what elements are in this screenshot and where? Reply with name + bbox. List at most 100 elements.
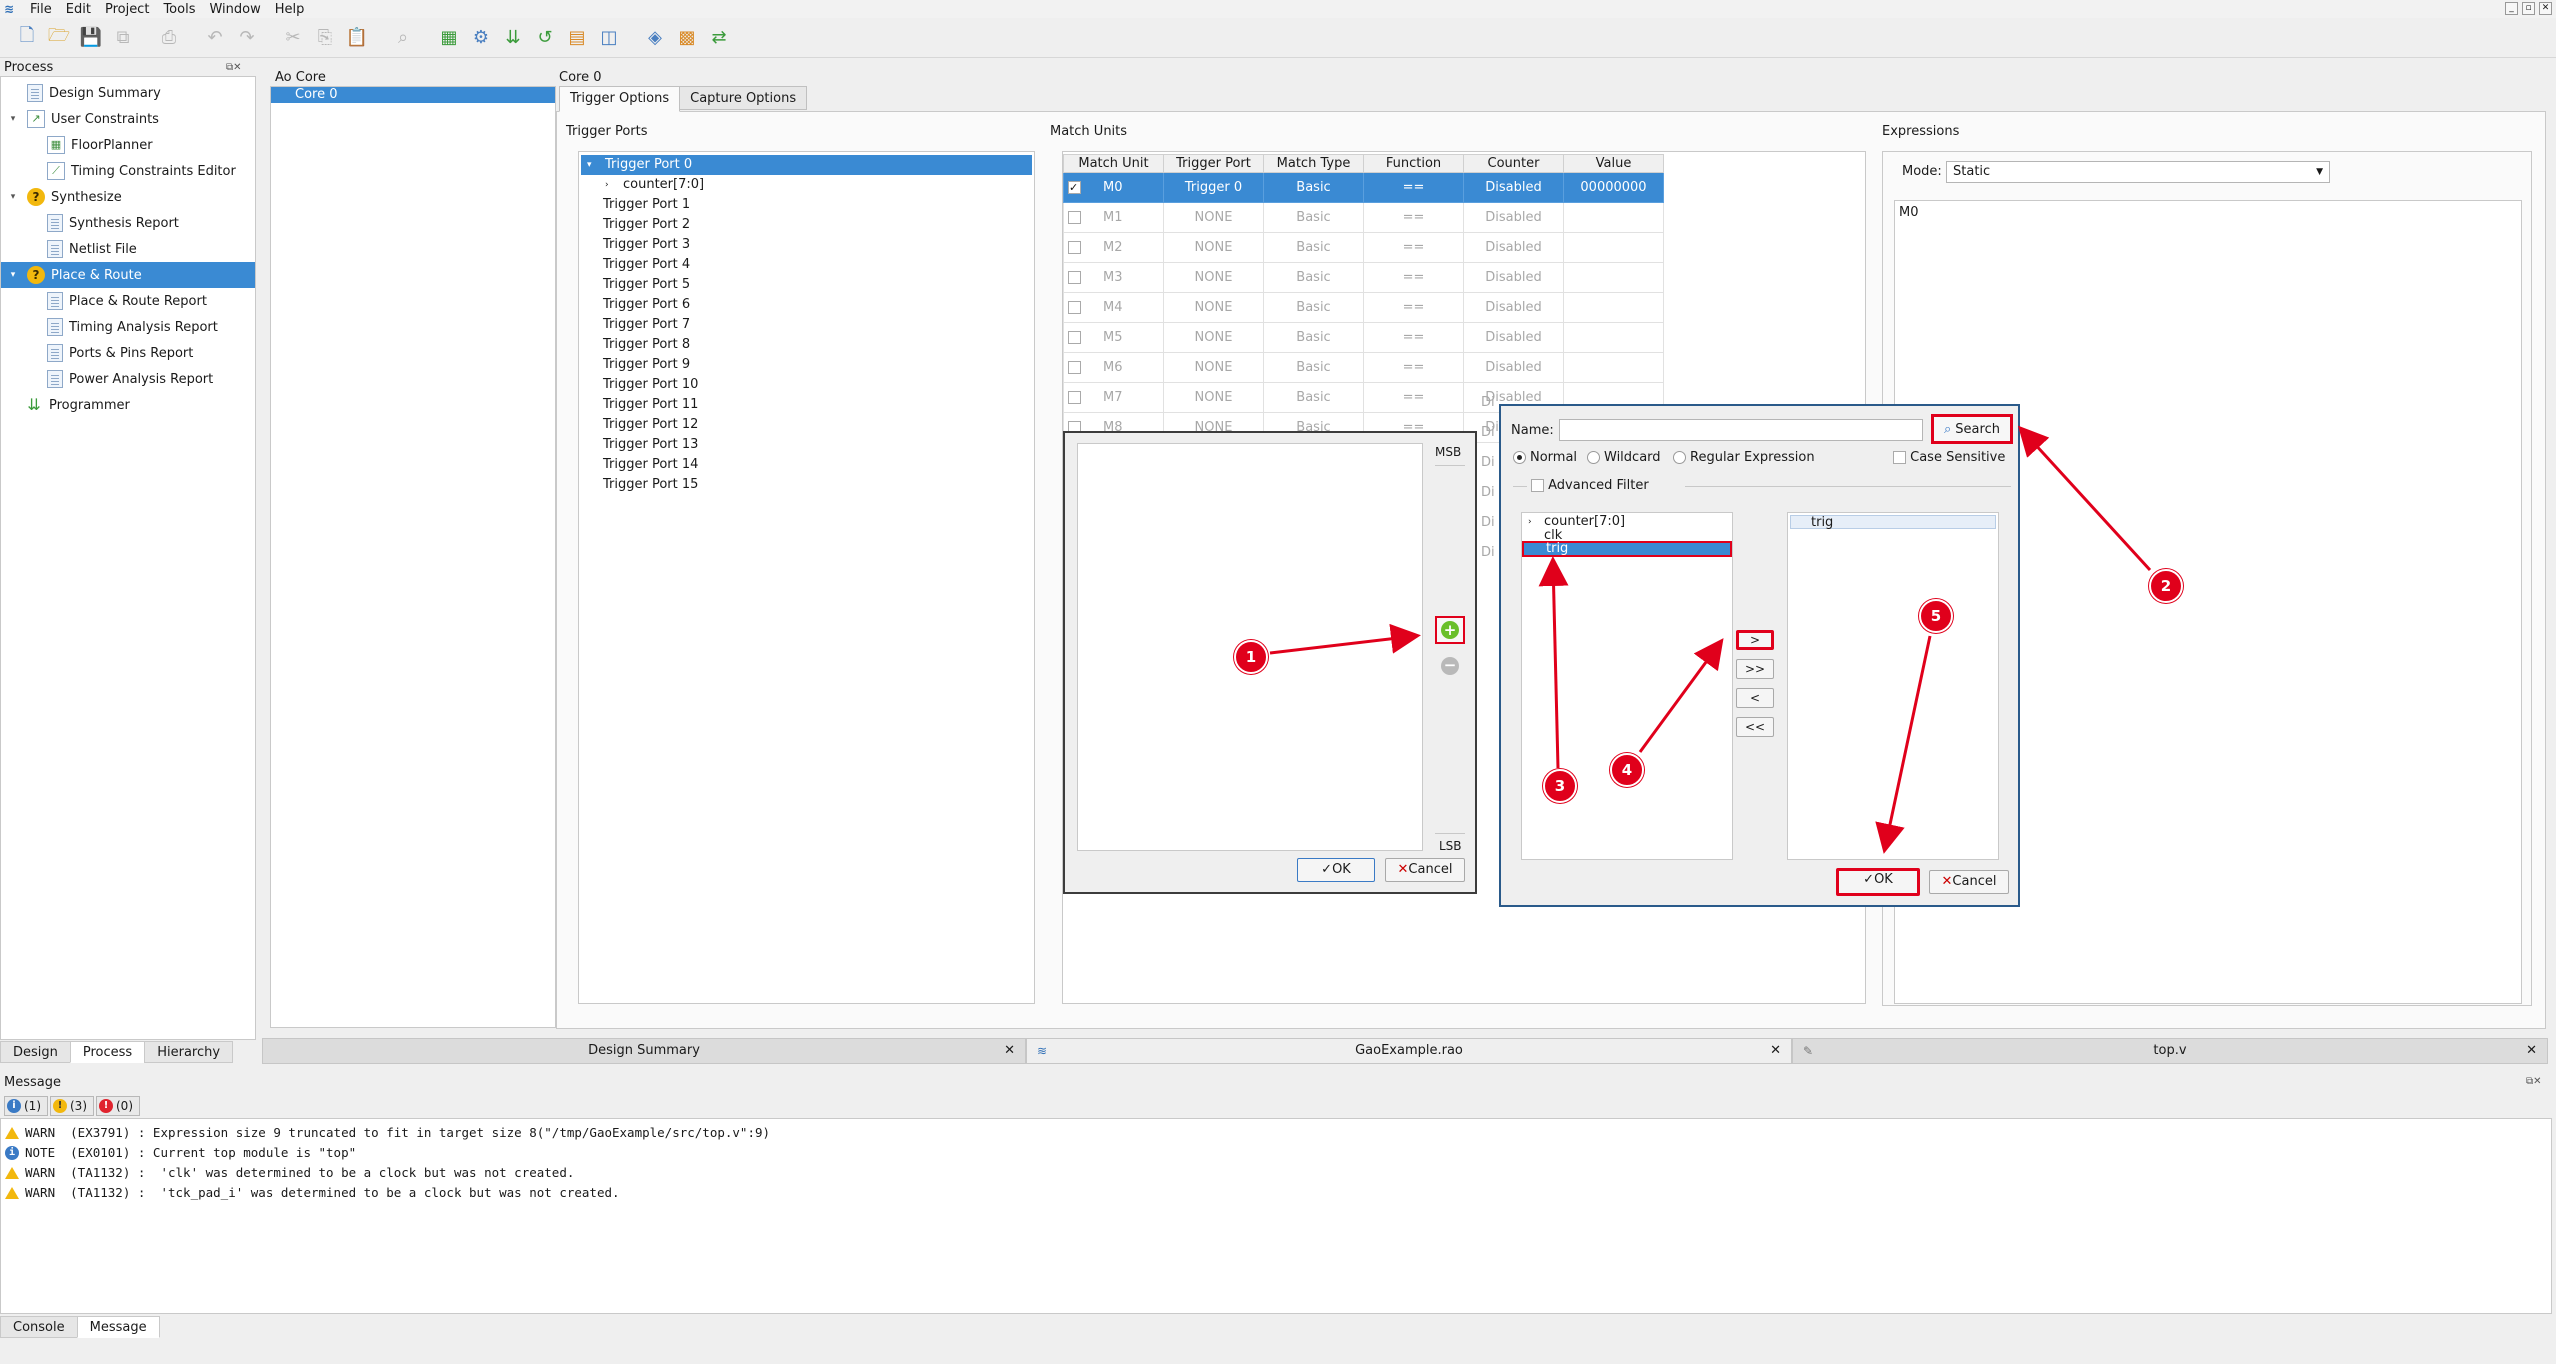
trigger-port-item[interactable]: Trigger Port 1 (579, 195, 1034, 215)
open-folder-icon[interactable]: 🗁 (46, 25, 72, 51)
advanced-filter-checkbox[interactable]: Advanced Filter (1531, 478, 1649, 493)
move-left-button[interactable]: < (1736, 688, 1774, 708)
column-header[interactable]: Match Unit (1063, 154, 1164, 173)
tab-trigger-options[interactable]: Trigger Options (559, 86, 681, 112)
message-row[interactable]: i NOTE (EX0101) : Current top module is "… (5, 1143, 356, 1163)
radio-wildcard[interactable]: Wildcard (1587, 450, 1661, 465)
trigger-port-item[interactable]: Trigger Port 9 (579, 355, 1034, 375)
menu-file[interactable]: File (30, 2, 52, 17)
match-unit-cell[interactable]: M3 (1063, 262, 1164, 293)
tab-console[interactable]: Console (0, 1316, 78, 1338)
close-icon[interactable]: ✕ (2526, 1039, 2537, 1063)
trigger-port-item[interactable]: Trigger Port 12 (579, 415, 1034, 435)
move-all-right-button[interactable]: >> (1736, 659, 1774, 679)
trigger-port-item[interactable]: Trigger Port 2 (579, 215, 1034, 235)
column-header[interactable]: Value (1563, 154, 1664, 173)
match-port-cell[interactable]: NONE (1163, 262, 1264, 293)
run-icon[interactable]: ▦ (436, 25, 462, 51)
menu-tools[interactable]: Tools (163, 2, 195, 17)
radio-regular-expression[interactable]: Regular Expression (1673, 450, 1815, 465)
match-type-cell[interactable]: Basic (1263, 292, 1364, 323)
move-right-button[interactable]: > (1736, 630, 1774, 650)
trigger-port-item[interactable]: Trigger Port 15 (579, 475, 1034, 495)
tab-message[interactable]: Message (76, 1316, 160, 1338)
collapse-icon[interactable]: ▾ (7, 192, 19, 202)
match-unit-cell[interactable]: ✓ M0 (1063, 172, 1164, 203)
match-func-cell[interactable]: == (1363, 322, 1464, 353)
match-unit-cell[interactable]: M1 (1063, 202, 1164, 233)
match-unit-cell[interactable]: M5 (1063, 322, 1164, 353)
match-counter-cell[interactable]: Disabled (1463, 322, 1564, 353)
panel-float-close-icon[interactable]: ⧉✕ (2526, 1076, 2542, 1087)
enable-checkbox[interactable] (1068, 331, 1081, 344)
save-icon[interactable]: 💾 (78, 25, 104, 51)
match-type-cell[interactable]: Basic (1263, 262, 1364, 293)
match-func-cell[interactable]: == (1363, 172, 1464, 203)
enable-checkbox[interactable] (1068, 361, 1081, 374)
match-value-cell[interactable] (1563, 292, 1664, 323)
process-item-synthesize[interactable]: ▾ ? Synthesize (1, 184, 255, 210)
undo-icon[interactable]: ↶ (202, 25, 228, 51)
tab-capture-options[interactable]: Capture Options (679, 86, 808, 110)
table-row[interactable]: M6 NONE Basic == Disabled (1063, 352, 1664, 383)
enable-checkbox[interactable] (1068, 391, 1081, 404)
collapse-icon[interactable]: ▾ (7, 270, 19, 280)
process-item-power-analysis-report[interactable]: Power Analysis Report (1, 366, 255, 392)
panel-float-close-icon[interactable]: ⧉✕ (226, 62, 242, 73)
process-item-netlist-file[interactable]: Netlist File (1, 236, 255, 262)
info-filter-button[interactable]: i (1) (4, 1096, 48, 1116)
find-icon[interactable]: ⌕ (390, 25, 416, 51)
tab-hierarchy[interactable]: Hierarchy (144, 1041, 234, 1063)
list-item-selected[interactable]: trig (1522, 541, 1732, 557)
message-row[interactable]: WARN (TA1132) : 'tck_pad_i' was determin… (5, 1183, 620, 1203)
sync-icon[interactable]: ⇄ (706, 25, 732, 51)
gao-icon[interactable]: ▩ (674, 25, 700, 51)
match-value-cell[interactable] (1563, 352, 1664, 383)
match-value-cell[interactable] (1563, 232, 1664, 263)
trigger-port-item[interactable]: Trigger Port 8 (579, 335, 1034, 355)
table-row[interactable]: M5 NONE Basic == Disabled (1063, 322, 1664, 353)
synthesize-icon[interactable]: ⚙ (468, 25, 494, 51)
cut-icon[interactable]: ✂ (280, 25, 306, 51)
menu-edit[interactable]: Edit (66, 2, 91, 17)
mode-select[interactable]: Static ▼ (1946, 161, 2330, 183)
trigger-port-item[interactable]: ▾ Trigger Port 0 (581, 155, 1032, 175)
trigger-port-item[interactable]: Trigger Port 3 (579, 235, 1034, 255)
close-icon[interactable]: ✕ (2539, 2, 2552, 15)
enable-checkbox[interactable]: ✓ (1068, 181, 1081, 194)
match-func-cell[interactable]: == (1363, 292, 1464, 323)
process-item-timing-analysis-report[interactable]: Timing Analysis Report (1, 314, 255, 340)
match-port-cell[interactable]: NONE (1163, 292, 1264, 323)
print-icon[interactable]: ⎙ (156, 25, 182, 51)
name-input[interactable] (1559, 419, 1923, 441)
table-row[interactable]: M2 NONE Basic == Disabled (1063, 232, 1664, 263)
match-func-cell[interactable]: == (1363, 262, 1464, 293)
trigger-port-item[interactable]: Trigger Port 6 (579, 295, 1034, 315)
minimize-icon[interactable]: _ (2505, 2, 2518, 15)
expand-icon[interactable]: › (1528, 515, 1532, 529)
match-port-cell[interactable]: NONE (1163, 202, 1264, 233)
trigger-port-item[interactable]: Trigger Port 11 (579, 395, 1034, 415)
collapse-icon[interactable]: ▾ (7, 114, 19, 124)
search-button[interactable]: ⌕ Search (1931, 414, 2013, 444)
match-value-cell[interactable] (1563, 262, 1664, 293)
doc-tab-design-summary[interactable]: Design Summary ✕ (262, 1038, 1026, 1064)
timing-icon[interactable]: ◫ (596, 25, 622, 51)
enable-checkbox[interactable] (1068, 211, 1081, 224)
process-item-user-constraints[interactable]: ▾ ↗ User Constraints (1, 106, 255, 132)
search-ok-button[interactable]: ✓OK (1836, 868, 1920, 896)
trigger-port-item[interactable]: Trigger Port 4 (579, 255, 1034, 275)
match-type-cell[interactable]: Basic (1263, 382, 1364, 413)
add-signal-button[interactable]: + (1435, 616, 1465, 644)
match-value-cell[interactable] (1563, 202, 1664, 233)
process-item-place-route[interactable]: ▾ ? Place & Route (1, 262, 255, 288)
column-header[interactable]: Counter (1463, 154, 1564, 173)
trigger-port-item[interactable]: Trigger Port 10 (579, 375, 1034, 395)
process-item-programmer[interactable]: ⇊ Programmer (1, 392, 255, 418)
match-func-cell[interactable]: == (1363, 352, 1464, 383)
menu-window[interactable]: Window (209, 2, 260, 17)
match-port-cell[interactable]: Trigger 0 (1163, 172, 1264, 203)
table-row[interactable]: M1 NONE Basic == Disabled (1063, 202, 1664, 233)
place-route-icon[interactable]: ⇊ (500, 25, 526, 51)
match-func-cell[interactable]: == (1363, 382, 1464, 413)
